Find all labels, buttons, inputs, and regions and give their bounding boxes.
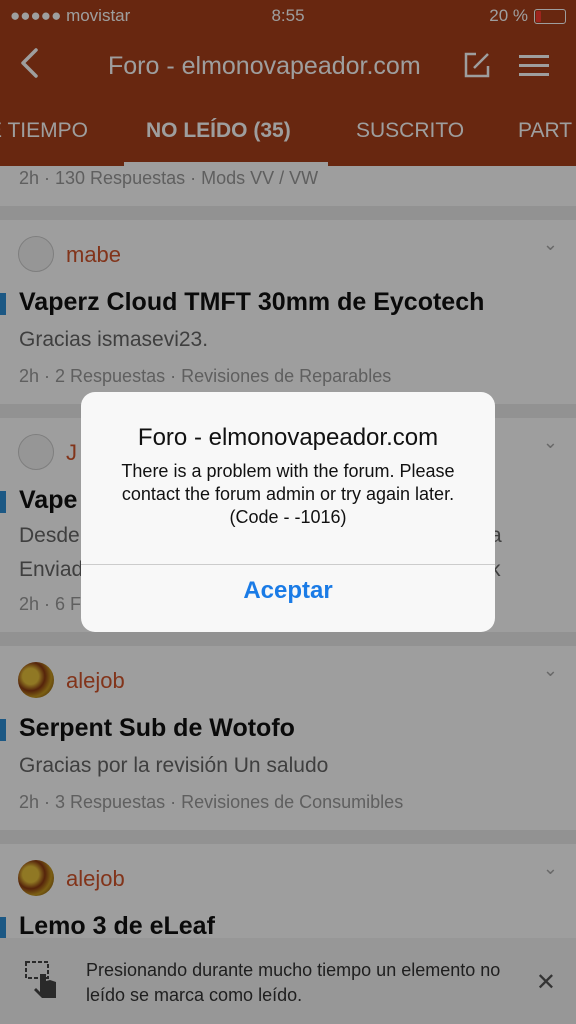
error-alert-dialog: Foro - elmonovapeador.com There is a pro… (81, 392, 495, 632)
alert-title: Foro - elmonovapeador.com (137, 424, 439, 451)
alert-message: There is a problem with the forum. Pleas… (121, 461, 455, 527)
accept-button[interactable]: Aceptar (81, 564, 495, 632)
